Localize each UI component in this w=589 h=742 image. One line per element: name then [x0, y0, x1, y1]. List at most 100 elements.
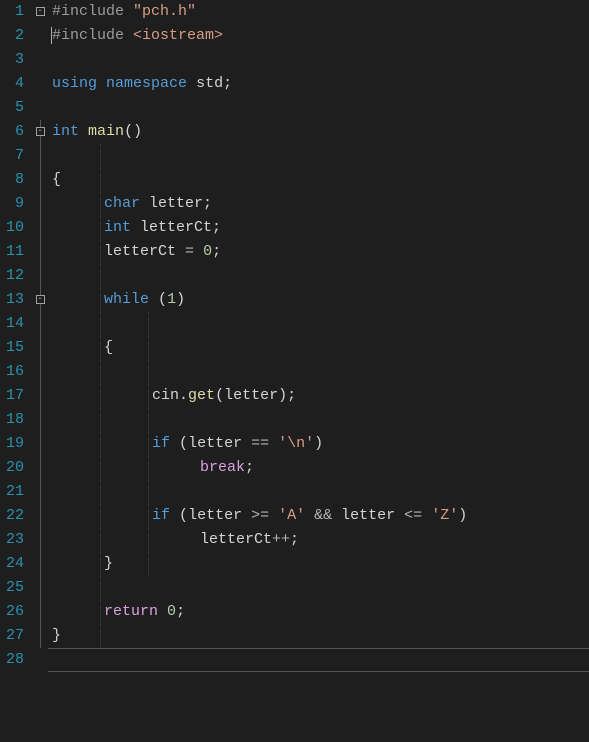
fold-guide: [40, 264, 41, 288]
token: ;: [223, 75, 232, 92]
code-text: char letter;: [52, 195, 212, 212]
token: return: [104, 603, 158, 620]
fold-cell[interactable]: [32, 648, 48, 672]
fold-cell[interactable]: [32, 336, 48, 360]
token: namespace: [106, 75, 187, 92]
fold-column[interactable]: - - -: [32, 0, 48, 742]
token: (): [124, 123, 142, 140]
fold-guide: [40, 408, 41, 432]
fold-cell[interactable]: [32, 408, 48, 432]
fold-cell[interactable]: [32, 576, 48, 600]
fold-cell[interactable]: -: [32, 0, 48, 24]
token: (: [158, 291, 167, 308]
indent-guide: [100, 384, 101, 408]
indent-guide: [100, 240, 101, 264]
code-line[interactable]: [48, 264, 589, 288]
fold-cell[interactable]: [32, 24, 48, 48]
token: letter: [140, 195, 203, 212]
code-line[interactable]: letterCt = 0;: [48, 240, 589, 264]
code-editor[interactable]: 1234567891011121314151617181920212223242…: [0, 0, 589, 742]
fold-collapse-icon[interactable]: -: [36, 127, 45, 136]
line-number: 1: [6, 0, 24, 24]
line-number: 6: [6, 120, 24, 144]
fold-cell[interactable]: [32, 432, 48, 456]
line-number: 24: [6, 552, 24, 576]
fold-cell[interactable]: [32, 624, 48, 648]
fold-collapse-icon[interactable]: -: [36, 7, 45, 16]
fold-cell[interactable]: [32, 384, 48, 408]
fold-cell[interactable]: [32, 264, 48, 288]
code-line[interactable]: if (letter >= 'A' && letter <= 'Z'): [48, 504, 589, 528]
fold-cell[interactable]: -: [32, 288, 48, 312]
fold-cell[interactable]: [32, 48, 48, 72]
code-text: letterCt++;: [52, 531, 299, 548]
code-line[interactable]: }: [48, 552, 589, 576]
line-number: 16: [6, 360, 24, 384]
line-number: 4: [6, 72, 24, 96]
token: ): [176, 291, 185, 308]
code-line[interactable]: [48, 408, 589, 432]
code-line[interactable]: [48, 312, 589, 336]
code-text: {: [52, 339, 113, 356]
code-line[interactable]: {: [48, 336, 589, 360]
code-line[interactable]: break;: [48, 456, 589, 480]
token: [170, 435, 179, 452]
token: [269, 507, 278, 524]
fold-cell[interactable]: [32, 528, 48, 552]
code-line[interactable]: {: [48, 168, 589, 192]
fold-cell[interactable]: -: [32, 120, 48, 144]
code-line[interactable]: if (letter == '\n'): [48, 432, 589, 456]
code-line[interactable]: [48, 48, 589, 72]
token: .: [179, 387, 188, 404]
code-line[interactable]: cin.get(letter);: [48, 384, 589, 408]
fold-cell[interactable]: [32, 72, 48, 96]
token: #include: [52, 3, 133, 20]
code-line[interactable]: [48, 648, 589, 672]
code-area[interactable]: #include "pch.h"#include <iostream>using…: [48, 0, 589, 742]
code-line[interactable]: while (1): [48, 288, 589, 312]
fold-cell[interactable]: [32, 552, 48, 576]
code-line[interactable]: [48, 144, 589, 168]
code-line[interactable]: [48, 96, 589, 120]
fold-cell[interactable]: [32, 504, 48, 528]
code-line[interactable]: [48, 480, 589, 504]
fold-guide: [40, 432, 41, 456]
token: "pch.h": [133, 3, 196, 20]
fold-collapse-icon[interactable]: -: [36, 295, 45, 304]
fold-guide: [40, 336, 41, 360]
fold-cell[interactable]: [32, 600, 48, 624]
code-text: }: [52, 627, 61, 644]
token: std: [187, 75, 223, 92]
token: }: [52, 627, 61, 644]
fold-cell[interactable]: [32, 240, 48, 264]
indent-guide: [148, 432, 149, 456]
code-line[interactable]: int letterCt;: [48, 216, 589, 240]
indent-guide: [100, 288, 101, 312]
code-line[interactable]: [48, 360, 589, 384]
code-line[interactable]: int main(): [48, 120, 589, 144]
code-line[interactable]: char letter;: [48, 192, 589, 216]
token: (: [179, 435, 188, 452]
code-line[interactable]: using namespace std;: [48, 72, 589, 96]
line-number: 12: [6, 264, 24, 288]
fold-cell[interactable]: [32, 456, 48, 480]
indent-guide: [148, 384, 149, 408]
fold-cell[interactable]: [32, 96, 48, 120]
code-line[interactable]: [48, 576, 589, 600]
fold-cell[interactable]: [32, 312, 48, 336]
fold-guide: [40, 552, 41, 576]
code-line[interactable]: #include <iostream>: [48, 24, 589, 48]
indent-guide: [148, 480, 149, 504]
fold-cell[interactable]: [32, 360, 48, 384]
fold-cell[interactable]: [32, 216, 48, 240]
fold-cell[interactable]: [32, 144, 48, 168]
code-line[interactable]: return 0;: [48, 600, 589, 624]
line-number: 26: [6, 600, 24, 624]
code-line[interactable]: #include "pch.h": [48, 0, 589, 24]
code-line[interactable]: }: [48, 624, 589, 648]
fold-cell[interactable]: [32, 480, 48, 504]
code-line[interactable]: letterCt++;: [48, 528, 589, 552]
token: &&: [314, 507, 332, 524]
fold-cell[interactable]: [32, 192, 48, 216]
fold-cell[interactable]: [32, 168, 48, 192]
